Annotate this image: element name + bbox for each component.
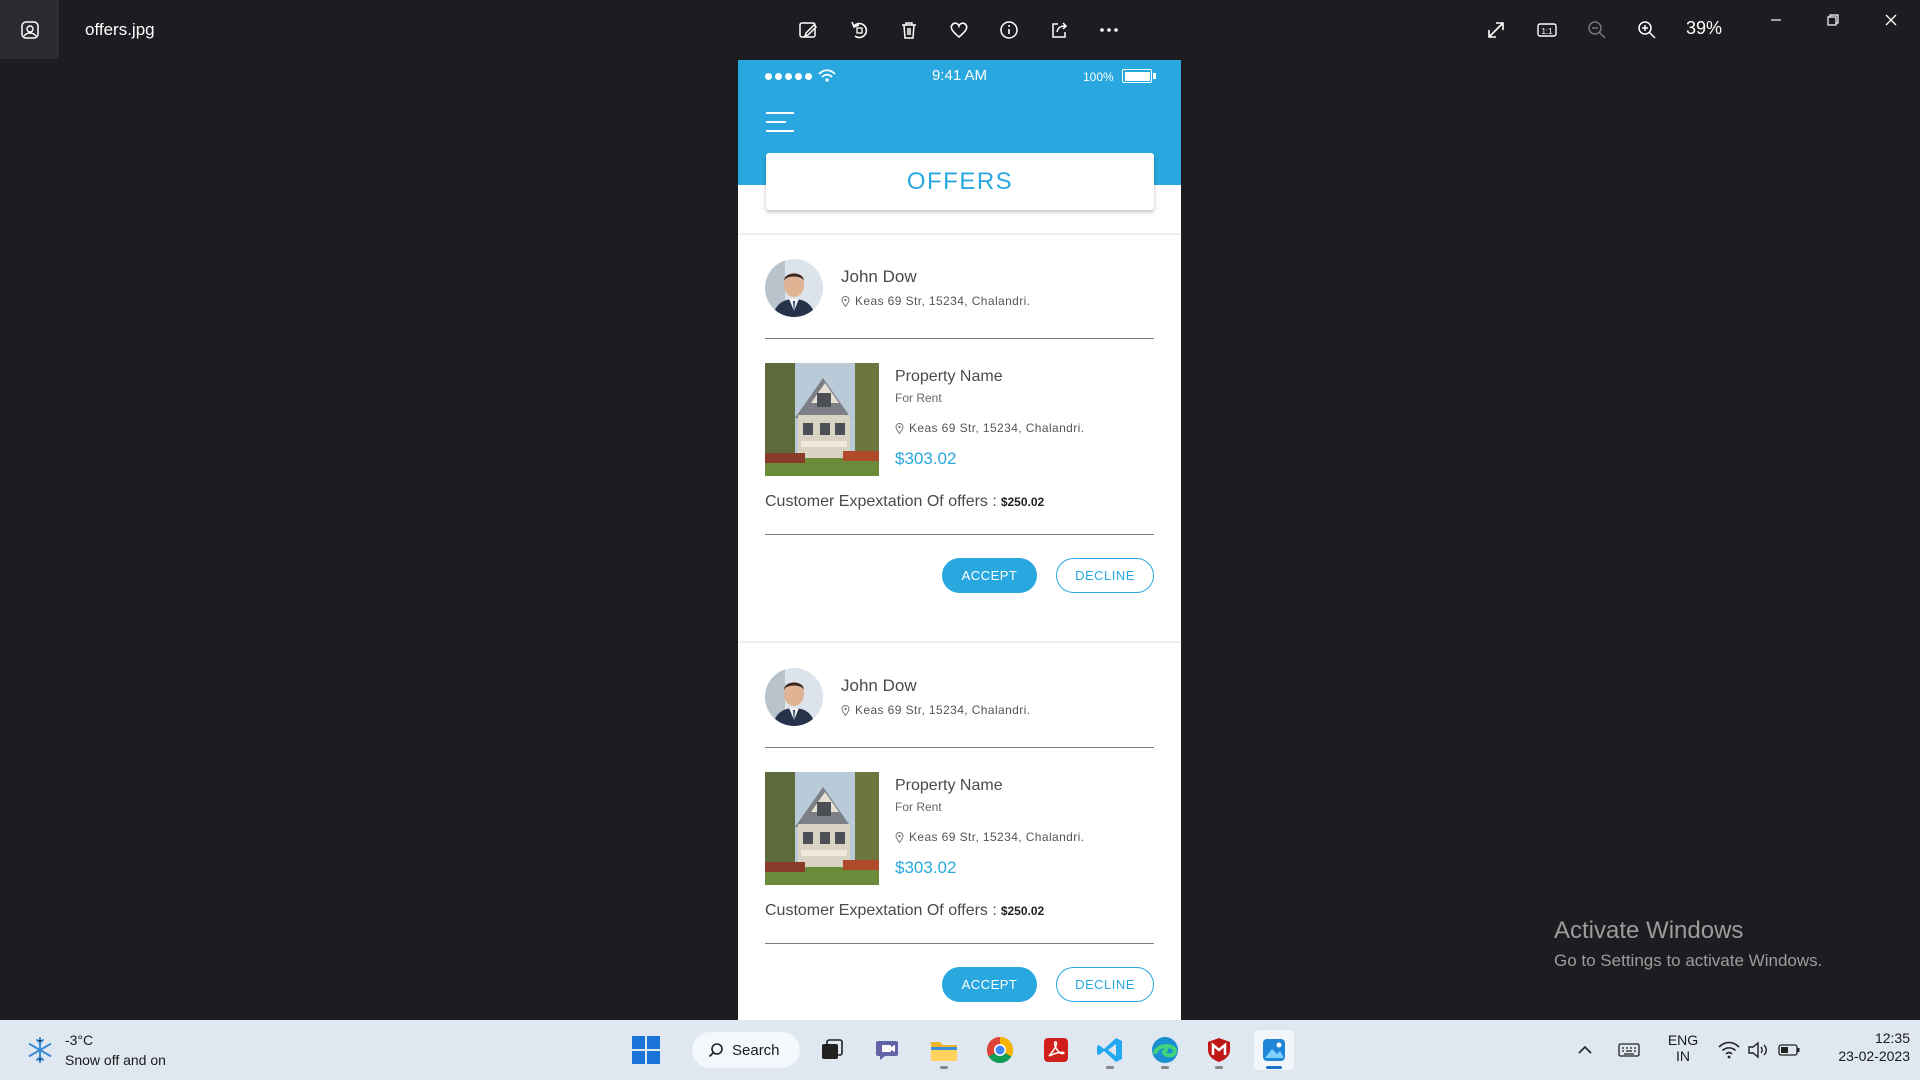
expectation-value: $250.02 (1000, 495, 1045, 509)
person-name: John Dow (841, 676, 917, 695)
displayed-image: 9:41 AM 100% OFFERS John Dow Keas 69 Str… (738, 60, 1181, 1020)
minimize-button[interactable] (1758, 8, 1794, 32)
activation-watermark: Activate Windows Go to Settings to activ… (1554, 917, 1822, 971)
avatar (765, 259, 823, 317)
input-language[interactable]: ENG IN (1664, 1032, 1702, 1064)
watermark-subtitle: Go to Settings to activate Windows. (1554, 951, 1823, 970)
search-label: Search (732, 1041, 780, 1059)
favorite-icon[interactable] (943, 14, 975, 46)
snow-icon[interactable] (26, 1036, 54, 1069)
more-icon[interactable] (1093, 14, 1125, 46)
chevron-up-icon[interactable] (1565, 1030, 1605, 1070)
person-address: Keas 69 Str, 15234, Chalandri. (841, 294, 1030, 308)
battery-icon[interactable] (1769, 1030, 1809, 1070)
chat-icon[interactable] (868, 1030, 908, 1070)
property-photo (765, 772, 879, 885)
accept-button: ACCEPT (942, 558, 1037, 593)
property-address: Keas 69 Str, 15234, Chalandri. (895, 830, 1084, 844)
taskbar: -3°C Snow off and on Search ENG IN 12:35… (0, 1020, 1920, 1080)
file-explorer-icon[interactable] (924, 1030, 964, 1070)
photos-app-icon[interactable] (0, 0, 59, 59)
battery-percent: 100% (1083, 70, 1114, 84)
person-name: John Dow (841, 267, 917, 286)
rotate-icon[interactable] (843, 14, 875, 46)
watermark-title: Activate Windows (1554, 917, 1744, 944)
property-type: For Rent (895, 391, 942, 405)
delete-icon[interactable] (893, 14, 925, 46)
card-divider (765, 943, 1154, 944)
property-address: Keas 69 Str, 15234, Chalandri. (895, 421, 1084, 435)
offer-card: John Dow Keas 69 Str, 15234, Chalandri. (738, 235, 1181, 625)
info-icon[interactable] (993, 14, 1025, 46)
restore-button[interactable] (1815, 8, 1851, 32)
property-price: $303.02 (895, 449, 957, 468)
search-icon (708, 1043, 723, 1058)
accept-button: ACCEPT (942, 967, 1037, 1002)
page-title: OFFERS (906, 167, 1014, 195)
taskbar-search[interactable]: Search (692, 1032, 800, 1068)
avatar (765, 668, 823, 726)
property-name: Property Name (895, 777, 1003, 794)
weather-description[interactable]: Snow off and on (65, 1052, 166, 1068)
location-pin-icon (895, 422, 904, 434)
decline-button: DECLINE (1056, 967, 1154, 1002)
zoom-out-icon[interactable] (1581, 14, 1613, 46)
task-view-icon[interactable] (812, 1030, 852, 1070)
property-name: Property Name (895, 368, 1003, 385)
start-icon[interactable] (626, 1030, 666, 1070)
location-pin-icon (841, 704, 850, 716)
file-name: offers.jpg (85, 20, 155, 39)
photos-icon[interactable] (1254, 1030, 1294, 1070)
menu-icon (766, 112, 794, 132)
section-divider (738, 641, 1181, 643)
card-divider (765, 534, 1154, 535)
chrome-icon[interactable] (980, 1030, 1020, 1070)
acrobat-icon[interactable] (1036, 1030, 1076, 1070)
battery-icon (1122, 69, 1156, 83)
offer-card: John Dow Keas 69 Str, 15234, Chalandri. (738, 644, 1181, 1020)
card-divider (765, 747, 1154, 748)
location-pin-icon (895, 831, 904, 843)
app-title-bar: offers.jpg 1:1 39% (0, 0, 1920, 59)
share-icon[interactable] (1043, 14, 1075, 46)
expectation-value: $250.02 (1000, 904, 1045, 918)
property-price: $303.02 (895, 858, 957, 877)
weather-temperature[interactable]: -3°C (65, 1032, 93, 1048)
zoom-in-icon[interactable] (1631, 14, 1663, 46)
edit-image-icon[interactable] (792, 14, 824, 46)
decline-button: DECLINE (1056, 558, 1154, 593)
card-divider (765, 338, 1154, 339)
property-type: For Rent (895, 800, 942, 814)
close-button[interactable] (1873, 8, 1909, 32)
status-time: 9:41 AM (931, 67, 988, 84)
svg-text:1:1: 1:1 (1541, 27, 1553, 36)
zoom-level[interactable]: 39% (1686, 18, 1722, 39)
keyboard-icon[interactable] (1609, 1030, 1649, 1070)
customer-expectation: Customer Expextation Of offers : $250.02 (765, 902, 1045, 919)
property-photo (765, 363, 879, 476)
customer-expectation: Customer Expextation Of offers : $250.02 (765, 493, 1045, 510)
clock[interactable]: 12:35 23-02-2023 (1810, 1030, 1910, 1064)
vscode-icon[interactable] (1090, 1030, 1130, 1070)
offers-title-card: OFFERS (766, 153, 1154, 210)
mcafee-icon[interactable] (1199, 1030, 1239, 1070)
person-address: Keas 69 Str, 15234, Chalandri. (841, 703, 1030, 717)
location-pin-icon (841, 295, 850, 307)
fullscreen-icon[interactable] (1480, 14, 1512, 46)
edge-icon[interactable] (1145, 1030, 1185, 1070)
actual-size-icon[interactable]: 1:1 (1531, 14, 1563, 46)
